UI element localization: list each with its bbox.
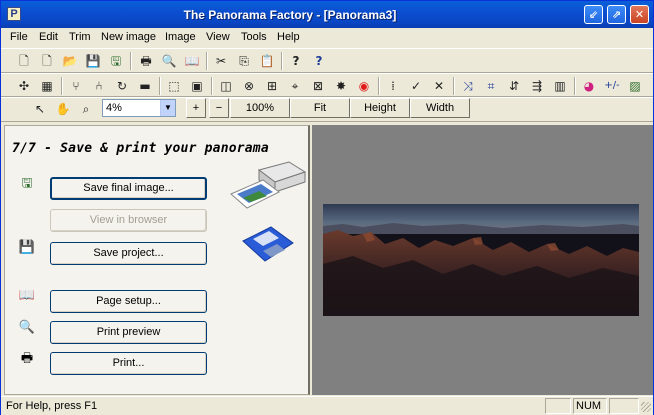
menu-bar: File Edit Trim New image Image View Tool… xyxy=(1,28,653,47)
menu-trim[interactable]: Trim xyxy=(69,31,91,43)
warp-icon[interactable]: ⤨ xyxy=(459,77,477,95)
histogram-icon[interactable]: ▥ xyxy=(551,77,569,95)
status-caps-cell xyxy=(545,398,571,414)
image-toolbar: ✣ ▦ ⑂ ⑃ ↻ ▬ ⬚ ▣ ◫ ⊗ ⊞ ⌖ ⊠ ✸ ◉ ⁞ ✓ ✕ ⤨ ⌗ … xyxy=(1,73,653,97)
zoom-fit-button[interactable]: Fit xyxy=(290,98,350,118)
page-setup-button[interactable]: Page setup... xyxy=(50,290,207,313)
record-icon[interactable]: ◉ xyxy=(355,77,373,95)
hand-icon[interactable]: ✋ xyxy=(54,100,72,118)
paste-icon[interactable]: 📋 xyxy=(258,52,276,70)
reject-icon[interactable]: ✕ xyxy=(430,77,448,95)
status-num-cell: NUM xyxy=(573,398,607,414)
image-settings-icon[interactable]: ▣ xyxy=(188,77,206,95)
status-scroll-cell xyxy=(609,398,639,414)
sharpen-icon[interactable]: ⇶ xyxy=(528,77,546,95)
zoom-select-value: 4% xyxy=(106,102,122,114)
page-setup-icon[interactable]: 📖 xyxy=(183,52,201,70)
toolbar-separator xyxy=(378,77,380,95)
zoom-in-button[interactable]: + xyxy=(186,98,206,118)
wheel-icon[interactable]: ⊗ xyxy=(240,77,258,95)
trim-icon[interactable]: ⌗ xyxy=(482,77,500,95)
pointer-icon[interactable]: ↖ xyxy=(31,100,49,118)
save-final-icon[interactable]: 🖫 xyxy=(107,52,125,70)
menu-help[interactable]: Help xyxy=(277,31,300,43)
stitch-icon[interactable]: ⊞ xyxy=(263,77,281,95)
menu-view[interactable]: View xyxy=(206,31,230,43)
menu-tools[interactable]: Tools xyxy=(241,31,267,43)
help-icon[interactable]: ? xyxy=(287,52,305,70)
new-wizard-icon[interactable]: 🗋 xyxy=(38,52,56,70)
blend-icon[interactable]: ⊠ xyxy=(309,77,327,95)
film-icon[interactable]: ▬ xyxy=(136,77,154,95)
join-icon[interactable]: ⑃ xyxy=(90,77,108,95)
toolbar-separator xyxy=(130,52,132,70)
save-final-image-button[interactable]: Save final image... xyxy=(50,177,207,200)
rotate-icon[interactable]: ↻ xyxy=(113,77,131,95)
chevron-down-icon[interactable]: ▼ xyxy=(160,100,175,116)
print-preview-icon: 🔍 xyxy=(18,320,36,335)
window-title: The Panorama Factory - [Panorama3] xyxy=(183,8,397,22)
split-icon[interactable]: ⑂ xyxy=(67,77,85,95)
restore-button[interactable]: ⇗ xyxy=(607,5,626,24)
zoom-height-button[interactable]: Height xyxy=(350,98,410,118)
view-in-browser-button[interactable]: View in browser xyxy=(50,209,207,232)
toolbar-separator xyxy=(281,52,283,70)
toolbar-separator xyxy=(206,52,208,70)
copy-icon[interactable]: ⎘ xyxy=(235,52,253,70)
save-final-icon: 🖫 xyxy=(21,176,33,191)
zoom-100-button[interactable]: 100% xyxy=(230,98,290,118)
printer-illustration-icon xyxy=(230,161,307,209)
status-help-text: For Help, press F1 xyxy=(6,400,98,412)
panorama-image[interactable] xyxy=(323,204,639,316)
context-help-icon[interactable]: ? xyxy=(310,52,328,70)
grid-icon[interactable]: ▦ xyxy=(38,77,56,95)
burst-icon[interactable]: ✸ xyxy=(332,77,350,95)
cut-icon[interactable]: ✂ xyxy=(212,52,230,70)
title-bar[interactable]: P The Panorama Factory - [Panorama3] ⇙ ⇗… xyxy=(1,1,653,28)
crop-icon[interactable]: ✣ xyxy=(15,77,33,95)
print-icon: 🖶 xyxy=(20,351,34,366)
wizard-step-title: 7/7 - Save & print your panorama xyxy=(12,141,269,156)
select-image-icon[interactable]: ⬚ xyxy=(165,77,183,95)
minimize-button[interactable]: ⇙ xyxy=(584,5,603,24)
lens-icon[interactable]: ◫ xyxy=(217,77,235,95)
color-wheel-icon[interactable]: ◕ xyxy=(580,77,598,95)
status-bar: For Help, press F1 NUM xyxy=(1,396,653,415)
level-icon[interactable]: ⇵ xyxy=(505,77,523,95)
zoom-select[interactable]: 4% ▼ xyxy=(102,99,176,117)
align-icon[interactable]: ⌖ xyxy=(286,77,304,95)
zoom-icon[interactable]: ⌕ xyxy=(77,100,95,118)
toolbar-separator xyxy=(61,77,63,95)
landscape-icon[interactable]: ▨ xyxy=(626,77,644,95)
print-button[interactable]: Print... xyxy=(50,352,207,375)
save-project-icon: 💾 xyxy=(18,240,36,255)
plus-minus-icon[interactable]: +/- xyxy=(601,77,623,95)
toolbar-separator xyxy=(453,77,455,95)
zoom-width-button[interactable]: Width xyxy=(410,98,470,118)
menu-new-image[interactable]: New image xyxy=(101,31,156,43)
toolbar-separator xyxy=(159,77,161,95)
points-grid-icon[interactable]: ⁞ xyxy=(384,77,402,95)
open-icon[interactable]: 📂 xyxy=(61,52,79,70)
accept-icon[interactable]: ✓ xyxy=(407,77,425,95)
print-preview-icon[interactable]: 🔍 xyxy=(160,52,178,70)
floppy-illustration-icon xyxy=(242,226,294,262)
print-icon[interactable]: 🖶 xyxy=(137,52,155,70)
resize-grip-icon[interactable] xyxy=(641,402,651,412)
menu-edit[interactable]: Edit xyxy=(39,31,58,43)
new-file-icon[interactable]: 🗋 xyxy=(15,52,33,70)
close-button[interactable]: ✕ xyxy=(630,5,649,24)
menu-file[interactable]: File xyxy=(10,31,28,43)
app-window: P The Panorama Factory - [Panorama3] ⇙ ⇗… xyxy=(0,0,654,415)
page-setup-icon: 📖 xyxy=(18,288,36,303)
save-project-button[interactable]: Save project... xyxy=(50,242,207,265)
print-preview-button[interactable]: Print preview xyxy=(50,321,207,344)
save-icon[interactable]: 💾 xyxy=(84,52,102,70)
standard-toolbar: 🗋 🗋 📂 💾 🖫 🖶 🔍 📖 ✂ ⎘ 📋 ? ? xyxy=(1,48,653,73)
toolbar-separator xyxy=(574,77,576,95)
menu-image[interactable]: Image xyxy=(165,31,196,43)
zoom-out-button[interactable]: − xyxy=(209,98,229,118)
toolbar-separator xyxy=(211,77,213,95)
